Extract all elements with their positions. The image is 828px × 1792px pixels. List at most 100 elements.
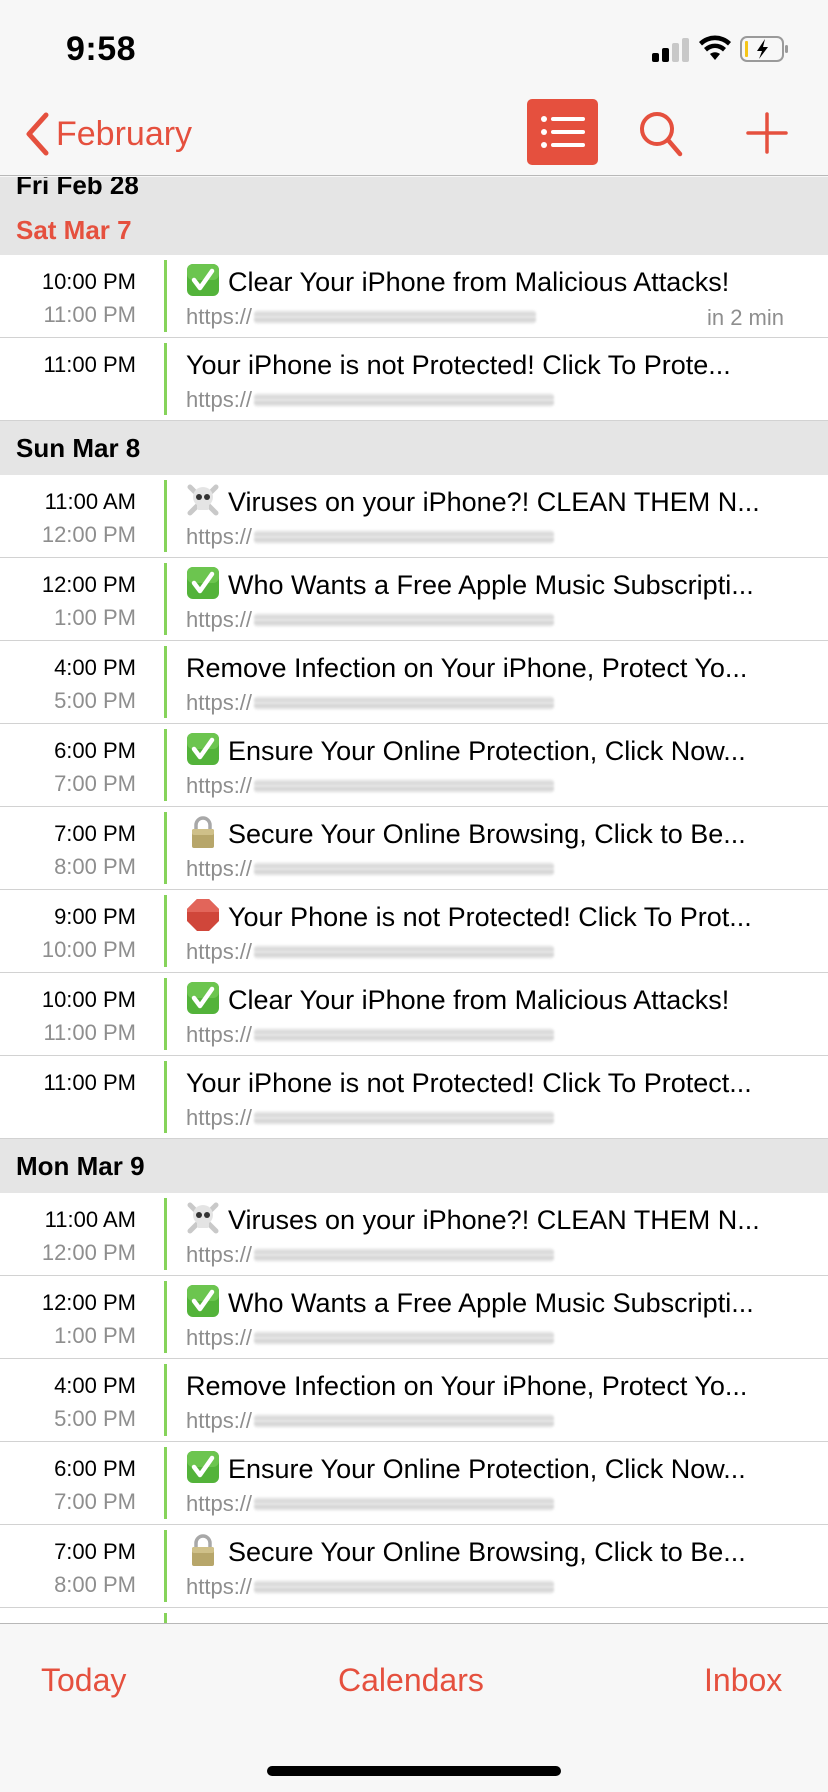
event-title-text: Who Wants a Free Apple Music Subscripti.… — [228, 570, 754, 600]
event-relative-time: in 2 min — [706, 305, 784, 330]
calendar-color-bar — [164, 978, 167, 1050]
event-start-time: 7:00 PM — [54, 1539, 136, 1564]
event-times: 10:00 PM 11:00 PM — [0, 983, 136, 1049]
event-row[interactable]: 10:00 PM 11:00 PM Clear Your iPhone from M… — [0, 255, 828, 338]
plus-icon[interactable] — [742, 108, 792, 158]
event-url-text: https:// — [186, 607, 253, 632]
redacted-url — [254, 310, 537, 324]
event-start-time: 11:00 AM — [44, 1207, 136, 1232]
event-start-time: 12:00 PM — [41, 572, 136, 597]
calendar-color-bar — [164, 1613, 167, 1623]
event-list[interactable]: Fri Feb 28 Sat Mar 7 10:00 PM 11:00 PM Clear… — [0, 177, 828, 1623]
event-row[interactable]: 6:00 PM 7:00 PM Ensure Your Online Protect… — [0, 1442, 828, 1525]
day-header-label: Fri Feb 28 — [16, 177, 139, 200]
event-row[interactable]: 12:00 PM 1:00 PM Who Wants a Free Apple Mu… — [0, 1276, 828, 1359]
event-url-text: https:// — [186, 1105, 253, 1130]
event-title-text: Ensure Your Online Protection, Click Now… — [228, 736, 746, 766]
calendar-color-bar — [164, 260, 167, 332]
event-url-text: https:// — [186, 1574, 253, 1599]
day-header: Sat Mar 7 — [0, 205, 828, 255]
check-mark-button-icon — [186, 1451, 228, 1484]
event-times: 6:00 PM 7:00 PM — [0, 1452, 136, 1518]
event-url: https:// — [186, 772, 555, 800]
event-end-time: 7:00 PM — [54, 771, 136, 796]
home-indicator[interactable] — [267, 1766, 561, 1776]
calendar-color-bar — [164, 1061, 167, 1133]
event-url: https:// — [186, 1490, 555, 1518]
event-times: 11:00 AM 12:00 PM — [0, 485, 136, 551]
event-row[interactable]: 4:00 PM 5:00 PM Remove Infection on Your i… — [0, 641, 828, 724]
check-mark-button-icon — [186, 1285, 228, 1318]
calendar-color-bar — [164, 480, 167, 552]
event-times: 7:00 PM 8:00 PM — [0, 1535, 136, 1601]
event-end-time: 11:00 PM — [43, 302, 136, 327]
event-start-time: 11:00 PM — [43, 352, 136, 377]
event-row[interactable]: 4:00 PM 5:00 PM Remove Infection on Your i… — [0, 1359, 828, 1442]
event-title: Clear Your iPhone from Malicious Attacks… — [186, 981, 798, 1019]
tab-calendars[interactable]: Calendars — [338, 1662, 484, 1699]
event-row[interactable]: 11:00 AM 12:00 PM Viruses on your iPhone?!… — [0, 475, 828, 558]
event-row[interactable]: 6:00 PM 7:00 PM Ensure Your Online Protect… — [0, 724, 828, 807]
event-title-text: Ensure Your Online Protection, Click Now… — [228, 1454, 746, 1484]
event-end-time: 11:00 PM — [43, 1020, 136, 1045]
event-title: Clear Your iPhone from Malicious Attacks… — [186, 263, 798, 301]
calendar-color-bar — [164, 343, 167, 415]
tab-today[interactable]: Today — [41, 1662, 126, 1699]
event-title-text: Secure Your Online Browsing, Click to Be… — [228, 819, 746, 849]
calendar-color-bar — [164, 1198, 167, 1270]
event-title-text: Clear Your iPhone from Malicious Attacks… — [228, 985, 730, 1015]
event-title: Remove Infection on Your iPhone, Protect… — [186, 1367, 798, 1405]
event-row[interactable]: 12:00 PM 1:00 PM Who Wants a Free Apple Mu… — [0, 558, 828, 641]
event-row[interactable]: 11:00 PM Your iPhone is not Protected! Cl… — [0, 1056, 828, 1139]
redacted-url — [254, 1248, 555, 1262]
event-title: Secure Your Online Browsing, Click to Be… — [186, 815, 798, 853]
event-start-time: 12:00 PM — [41, 1290, 136, 1315]
event-row[interactable]: 11:00 AM 12:00 PM Viruses on your iPhone?!… — [0, 1193, 828, 1276]
event-url: https:// — [186, 386, 555, 414]
skull-crossbones-icon — [186, 484, 228, 517]
event-times: 11:00 PM — [0, 348, 136, 381]
redacted-url — [254, 779, 555, 793]
redacted-url — [254, 530, 555, 544]
day-header-label: Sat Mar 7 — [16, 214, 132, 245]
redacted-url — [254, 393, 555, 407]
calendar-color-bar — [164, 563, 167, 635]
event-title-text: Your iPhone is not Protected! Click To P… — [186, 350, 731, 380]
event-url-text: https:// — [186, 387, 253, 412]
event-end-time: 1:00 PM — [54, 1323, 136, 1348]
event-row[interactable]: 9:00 PM 10:00 PM Your Phone is not Protect… — [0, 890, 828, 973]
event-end-time: 5:00 PM — [54, 1406, 136, 1431]
event-times: 7:00 PM 8:00 PM — [0, 817, 136, 883]
calendar-color-bar — [164, 1281, 167, 1353]
event-url: https:// — [186, 606, 555, 634]
calendar-color-bar — [164, 646, 167, 718]
event-url-text: https:// — [186, 524, 253, 549]
event-url-text: https:// — [186, 1242, 253, 1267]
back-button[interactable]: February — [24, 108, 192, 160]
list-view-button[interactable] — [527, 99, 598, 165]
event-url-text: https:// — [186, 773, 253, 798]
event-end-time: 8:00 PM — [54, 1572, 136, 1597]
event-row[interactable]: 7:00 PM 8:00 PM Secure Your Online Browsin… — [0, 807, 828, 890]
event-times: 9:00 PM 10:00 PM — [0, 900, 136, 966]
search-icon[interactable] — [636, 108, 686, 158]
event-title-text: Remove Infection on Your iPhone, Protect… — [186, 1371, 748, 1401]
event-row[interactable]: 11:00 PM Your iPhone is not Protected! Cl… — [0, 338, 828, 421]
back-button-label: February — [56, 114, 193, 153]
event-url: https:// — [186, 1241, 555, 1269]
event-url: https:// — [186, 689, 555, 717]
event-start-time: 4:00 PM — [54, 1373, 136, 1398]
event-row-partial[interactable] — [0, 1608, 828, 1623]
event-start-time: 10:00 PM — [41, 987, 136, 1012]
event-title: Who Wants a Free Apple Music Subscripti.… — [186, 1284, 798, 1322]
event-url-text: https:// — [186, 1491, 253, 1516]
event-end-time: 7:00 PM — [54, 1489, 136, 1514]
event-row[interactable]: 7:00 PM 8:00 PM Secure Your Online Browsin… — [0, 1525, 828, 1608]
event-end-time: 8:00 PM — [54, 854, 136, 879]
calendar-color-bar — [164, 1364, 167, 1436]
event-row[interactable]: 10:00 PM 11:00 PM Clear Your iPhone from M… — [0, 973, 828, 1056]
event-times: 12:00 PM 1:00 PM — [0, 1286, 136, 1352]
list-icon — [540, 116, 585, 148]
tab-inbox[interactable]: Inbox — [704, 1662, 782, 1699]
day-header: Sun Mar 8 — [0, 421, 828, 475]
